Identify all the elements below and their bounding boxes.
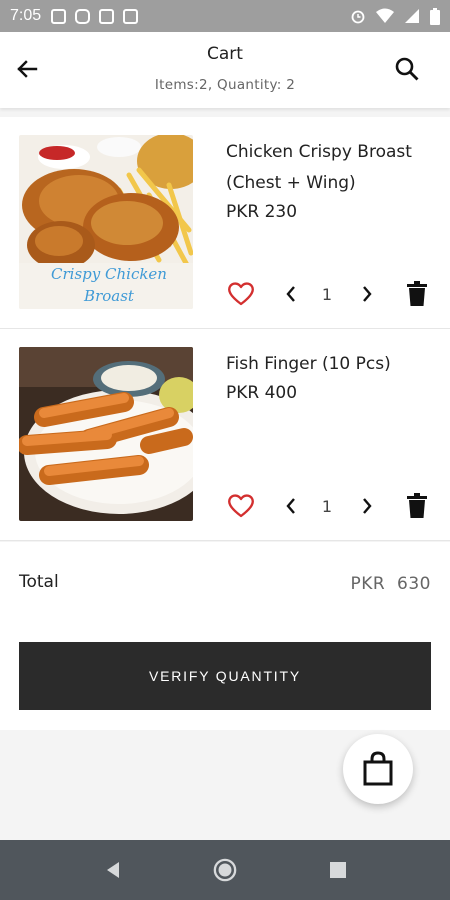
- cart-total-section: Total PKR 630 VERIFY QUANTITY: [0, 542, 450, 730]
- trash-icon[interactable]: [404, 279, 430, 309]
- chevron-right-icon[interactable]: [357, 281, 377, 307]
- battery-icon: [430, 7, 440, 25]
- product-image[interactable]: [19, 347, 193, 521]
- quantity-value: 1: [321, 497, 333, 516]
- item-controls: 1: [226, 279, 436, 309]
- chevron-left-icon[interactable]: [281, 493, 301, 519]
- home-circle-icon[interactable]: [213, 858, 237, 882]
- image-icon: [51, 8, 67, 24]
- gmail-icon: [99, 8, 115, 24]
- cart-list: Crispy Chicken Broast Chicken Crispy Bro…: [0, 117, 450, 541]
- recents-square-icon[interactable]: [326, 858, 350, 882]
- news-icon: [123, 8, 139, 24]
- heart-icon[interactable]: [226, 279, 256, 309]
- cart-item: Crispy Chicken Broast Chicken Crispy Bro…: [0, 117, 450, 329]
- page-title: Cart: [207, 44, 243, 64]
- chevron-left-icon[interactable]: [281, 281, 301, 307]
- shopping-bag-icon: [363, 751, 393, 786]
- system-nav-bar: [0, 840, 450, 900]
- chevron-right-icon[interactable]: [357, 493, 377, 519]
- product-name: Chicken Crispy Broast (Chest + Wing): [226, 142, 412, 193]
- search-icon[interactable]: [392, 54, 422, 84]
- heart-icon[interactable]: [226, 491, 256, 521]
- cart-fab-button[interactable]: [343, 734, 413, 804]
- status-bar: 7:05: [0, 0, 450, 32]
- total-amount: PKR 630: [350, 574, 431, 594]
- product-name: Fish Finger (10 Pcs): [226, 354, 391, 374]
- quantity-value: 1: [321, 285, 333, 304]
- image-caption: Crispy Chicken Broast: [51, 265, 167, 305]
- instagram-icon: [75, 8, 91, 24]
- total-label: Total: [19, 572, 59, 592]
- product-image[interactable]: Crispy Chicken Broast: [19, 135, 193, 309]
- signal-icon: [405, 9, 419, 23]
- product-price: PKR 400: [226, 383, 298, 403]
- cart-summary-subtitle: Items:2, Quantity: 2: [154, 77, 296, 93]
- wifi-icon: [376, 8, 394, 23]
- trash-icon[interactable]: [404, 491, 430, 521]
- app-bar: Cart Items:2, Quantity: 2: [0, 32, 450, 108]
- back-triangle-icon[interactable]: [101, 858, 125, 882]
- alarm-icon: [351, 10, 365, 24]
- verify-quantity-button[interactable]: VERIFY QUANTITY: [19, 642, 431, 710]
- product-price: PKR 230: [226, 202, 298, 222]
- status-time: 7:05: [10, 7, 42, 24]
- item-controls: 1: [226, 491, 436, 521]
- cart-item: Fish Finger (10 Pcs) PKR 400 1: [0, 329, 450, 541]
